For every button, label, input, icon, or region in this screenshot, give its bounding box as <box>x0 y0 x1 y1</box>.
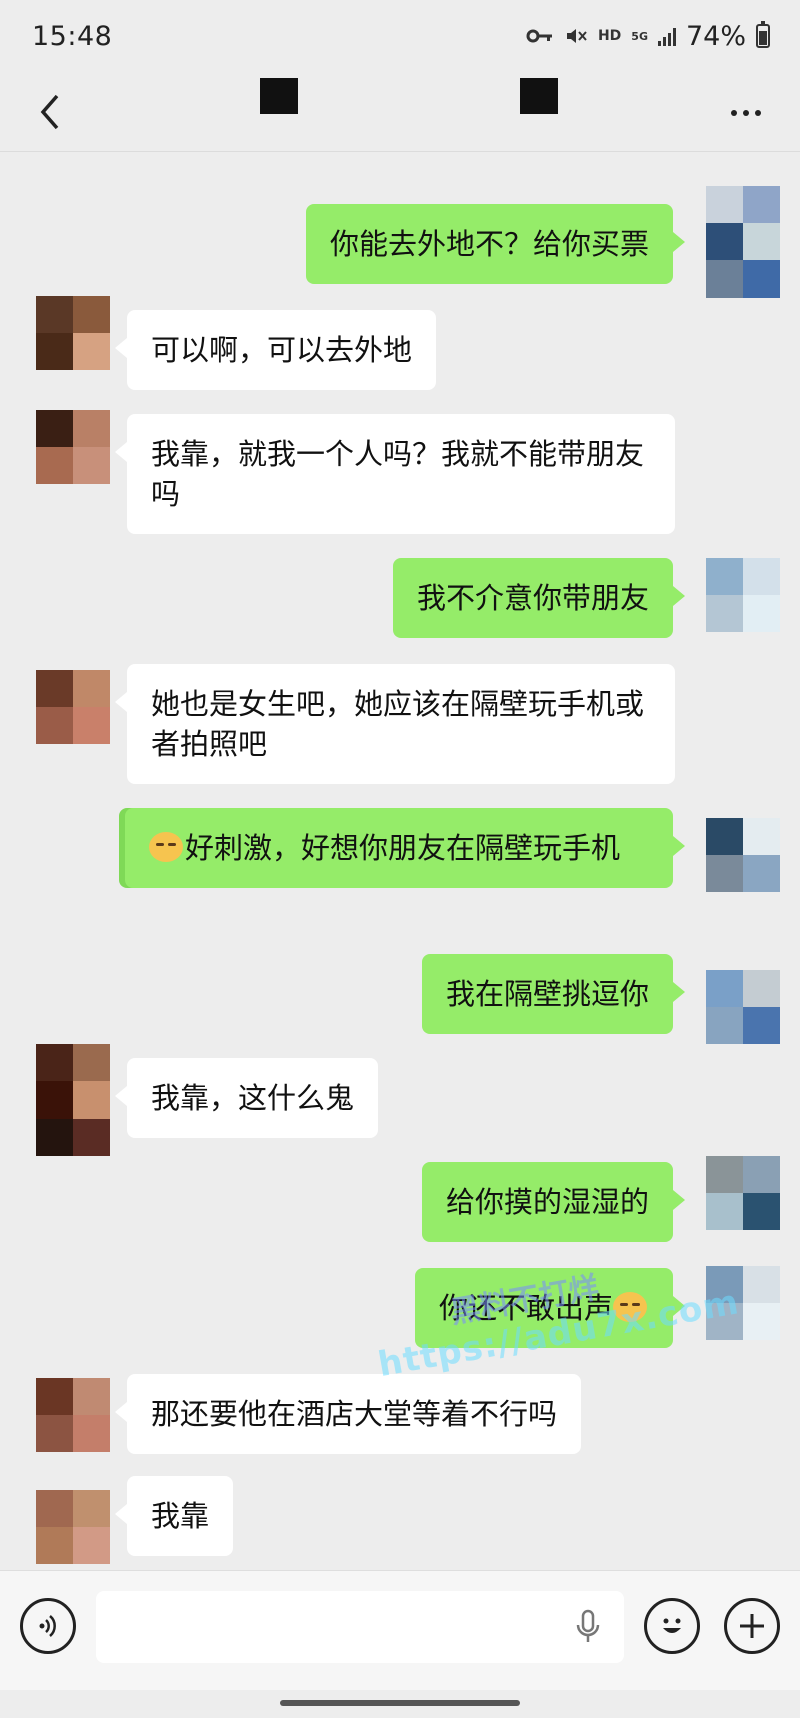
status-icons: HD 5G 74% <box>526 21 770 52</box>
emoji-icon <box>663 1618 681 1633</box>
voice-icon <box>39 1615 56 1637</box>
avatar[interactable] <box>36 410 110 484</box>
message-bubble[interactable]: 我靠 <box>114 1476 234 1556</box>
redacted-title-block <box>520 78 558 114</box>
message-bubble[interactable]: 我在隔壁挑逗你 <box>421 954 686 1034</box>
message-bubble[interactable]: 你还不敢出声 <box>414 1268 686 1348</box>
dog-face-emoji-icon <box>149 832 183 862</box>
message-bubble[interactable]: 我不介意你带朋友 <box>392 558 686 638</box>
dog-face-emoji-icon <box>613 1292 647 1322</box>
avatar[interactable] <box>36 1490 110 1564</box>
avatar[interactable] <box>36 1044 110 1156</box>
avatar[interactable] <box>706 186 780 260</box>
message-bubble[interactable]: 可以啊，可以去外地 <box>114 310 437 390</box>
message-bubble[interactable]: 她也是女生吧，她应该在隔壁玩手机或者拍照吧 <box>115 664 675 784</box>
plus-button[interactable] <box>724 1598 780 1654</box>
mute-icon <box>566 29 587 43</box>
message-bubble[interactable]: 你能去外地不？给你买票 <box>305 204 686 284</box>
message-list[interactable]: 你能去外地不？给你买票 可以啊，可以去外地 我靠，就我一个人吗？我就不能带朋友吗… <box>0 152 800 1570</box>
more-button[interactable] <box>726 98 766 128</box>
signal-icon <box>657 26 676 46</box>
message-bubble[interactable]: 给你摸的湿湿的 <box>421 1162 686 1242</box>
battery-percent: 74% <box>685 20 746 52</box>
avatar[interactable] <box>36 1378 110 1452</box>
avatar[interactable] <box>706 558 780 632</box>
input-bar <box>0 1570 800 1690</box>
status-time: 15:48 <box>32 20 113 52</box>
avatar[interactable] <box>706 970 780 1044</box>
home-indicator[interactable] <box>280 1700 520 1706</box>
back-button[interactable] <box>30 86 70 138</box>
vpn-key-icon <box>526 29 552 43</box>
message-bubble[interactable]: 我靠，就我一个人吗？我就不能带朋友吗 <box>115 414 675 534</box>
chevron-left-icon <box>40 94 59 130</box>
avatar[interactable] <box>36 670 110 744</box>
hd-label: HD <box>597 28 622 44</box>
message-text: 好刺激，好想你朋友在隔壁玩手机 <box>185 831 621 865</box>
avatar <box>706 260 780 298</box>
avatar[interactable] <box>706 1156 780 1230</box>
voice-button[interactable] <box>20 1598 76 1654</box>
emoji-button[interactable] <box>644 1598 700 1654</box>
message-bubble[interactable]: 好刺激，好想你朋友在隔壁玩手机 <box>125 808 685 888</box>
network-gen-label: 5G <box>631 29 648 43</box>
more-dots-icon <box>731 110 737 116</box>
message-bubble[interactable]: 那还要他在酒店大堂等着不行吗 <box>114 1374 582 1454</box>
avatar[interactable] <box>36 296 110 370</box>
message-bubble[interactable]: 我靠，这什么鬼 <box>114 1058 379 1138</box>
chat-header <box>0 72 800 152</box>
message-input[interactable] <box>96 1591 624 1663</box>
redacted-title-block <box>260 78 298 114</box>
battery-icon <box>756 21 770 48</box>
plus-icon <box>740 1614 764 1638</box>
avatar[interactable] <box>706 818 780 892</box>
microphone-icon[interactable] <box>574 1609 602 1645</box>
avatar[interactable] <box>706 1266 780 1340</box>
message-text: 你还不敢出声 <box>438 1291 613 1325</box>
status-bar: 15:48 HD 5G 74% <box>0 0 800 72</box>
